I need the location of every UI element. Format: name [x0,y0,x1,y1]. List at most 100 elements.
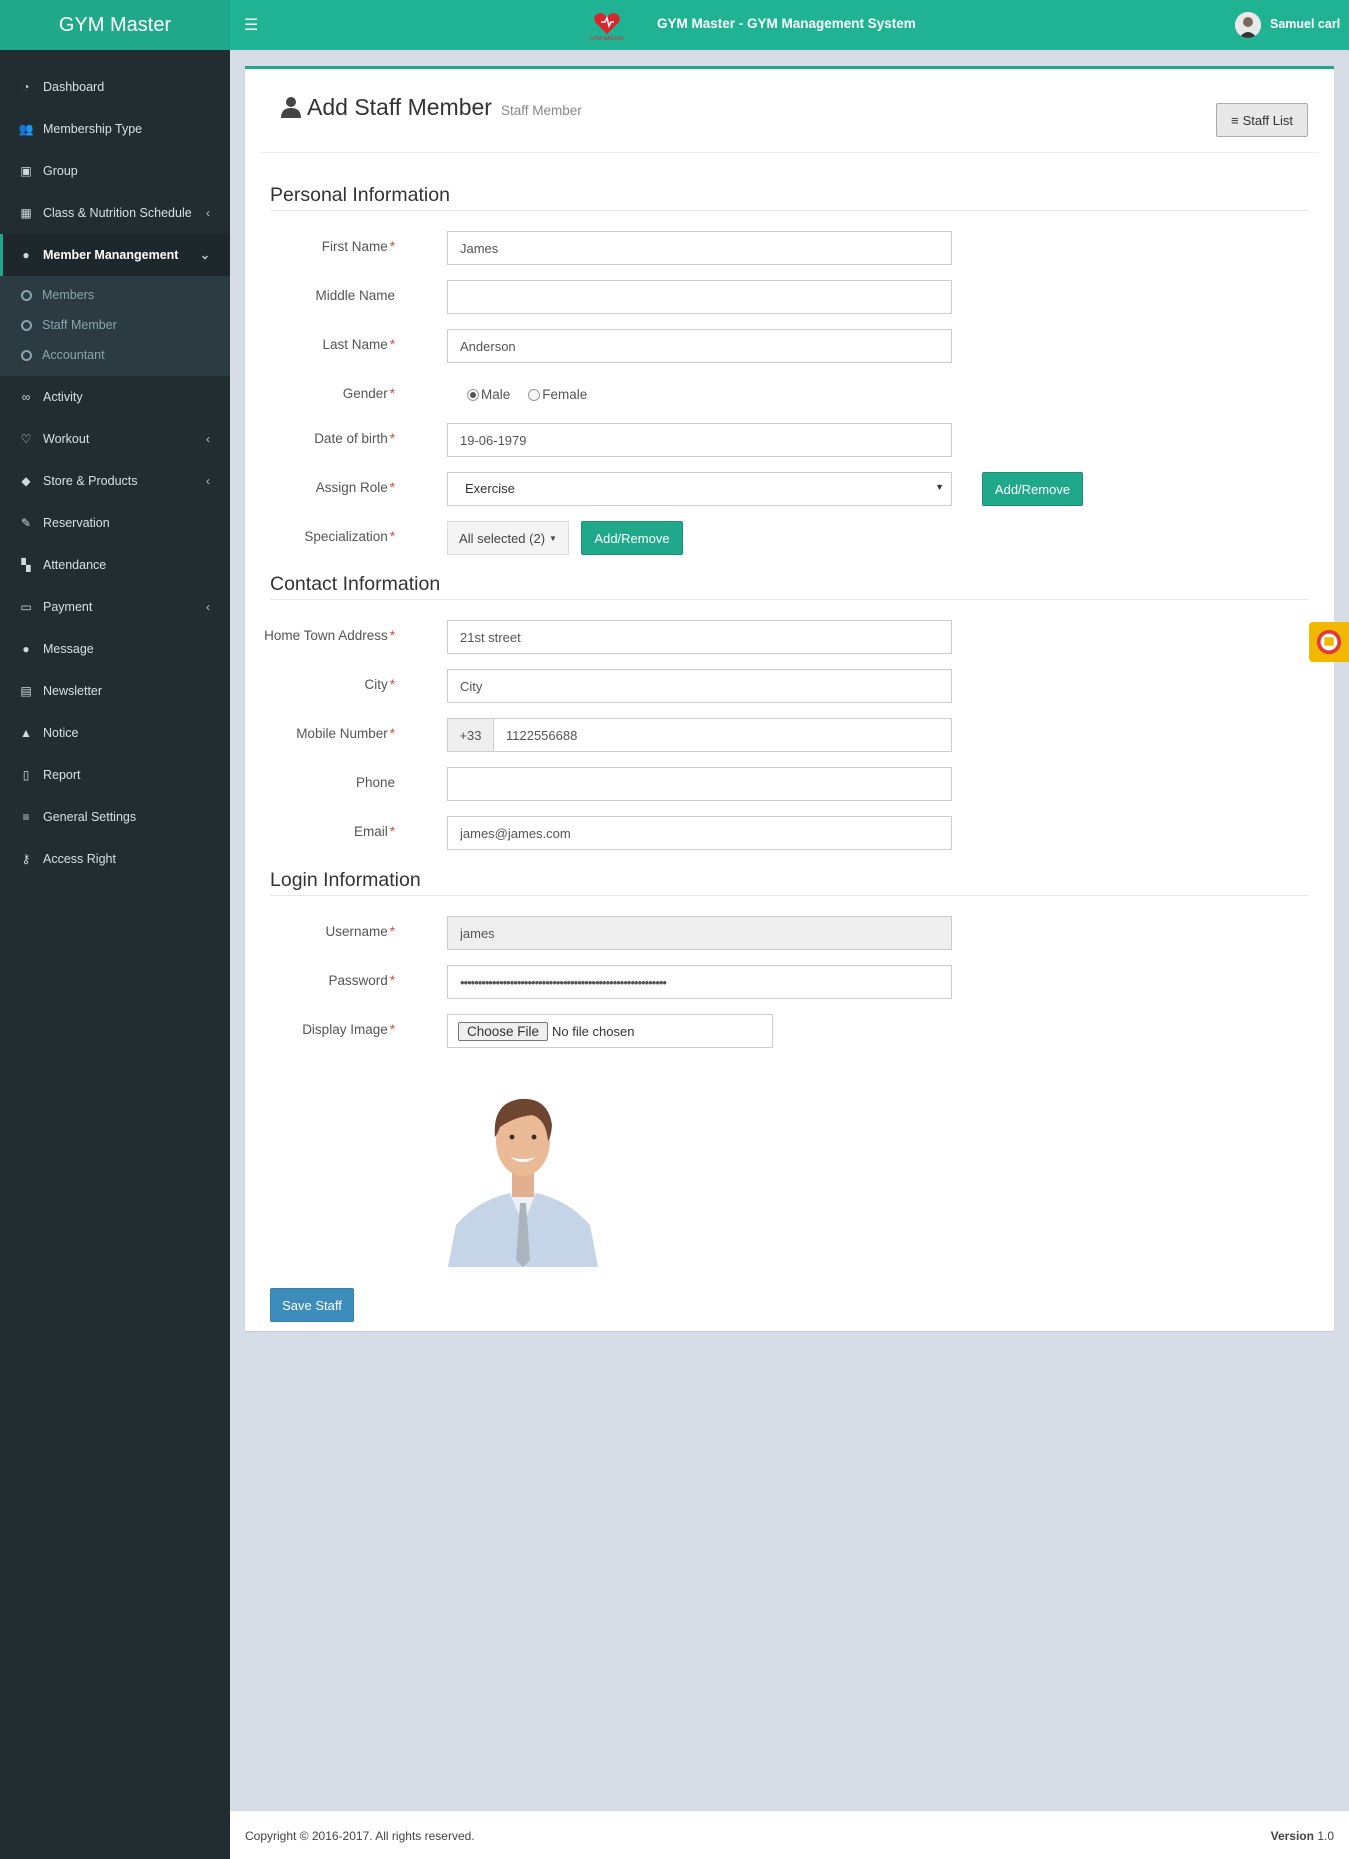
system-title: GYM Master - GYM Management System [657,16,916,31]
display-image-label: Display Image * [302,1022,395,1037]
last-name-row: Last Name * [245,329,1334,363]
footer: Copyright © 2016-2017. All rights reserv… [230,1810,1349,1859]
app-logo[interactable]: GYM Master [0,0,230,50]
chevron-left-icon: ‹ [206,474,210,488]
hamburger-icon[interactable]: ☰ [244,15,258,35]
address-input[interactable] [447,620,952,654]
top-navbar: ☰ GYM MASTER GYM Master - GYM Management… [230,0,1349,50]
password-label: Password * [328,973,395,988]
submenu-item-staff-member[interactable]: Staff Member [0,310,230,340]
last-name-label: Last Name * [322,337,395,352]
first-name-input[interactable] [447,231,952,265]
sidebar-item-dashboard[interactable]: ◔ Dashboard [0,66,230,108]
sidebar-item-label: Store & Products [43,474,138,488]
sidebar-item-access-right[interactable]: ⚷ Access Right [0,838,230,880]
sidebar-item-label: General Settings [43,810,137,824]
content-box: Add Staff Member Staff Member ≡ Staff Li… [245,66,1334,1331]
ticket-icon: ✎ [20,516,32,530]
staff-list-button[interactable]: ≡ Staff List [1216,103,1308,137]
submenu-item-label: Staff Member [42,318,117,332]
last-name-input[interactable] [447,329,952,363]
sidebar-item-label: Message [43,642,94,656]
sidebar-item-payment[interactable]: ▭ Payment ‹ [0,586,230,628]
bell-icon: ▲ [20,726,32,740]
save-staff-button[interactable]: Save Staff [270,1288,354,1322]
sidebar-item-reservation[interactable]: ✎ Reservation [0,502,230,544]
chevron-down-icon: ⌄ [199,248,210,262]
user-avatar[interactable] [1235,12,1261,38]
sidebar-item-group[interactable]: ▣ Group [0,150,230,192]
sidebar-item-label: Member Manangement [43,248,179,262]
sidebar-item-general-settings[interactable]: ≡ General Settings [0,796,230,838]
dob-input[interactable] [447,423,952,457]
page-subtitle: Staff Member [500,103,582,118]
phone-input[interactable] [447,767,952,801]
sidebar-item-label: Group [43,164,78,178]
first-name-label: First Name * [321,239,395,254]
sidebar-item-report[interactable]: ▯ Report [0,754,230,796]
username-input [447,916,952,950]
middle-name-label: Middle Name [315,288,395,303]
newsletter-icon: ▤ [20,684,32,698]
chevron-left-icon: ‹ [206,206,210,220]
specialization-add-remove-button[interactable]: Add/Remove [581,521,683,555]
specialization-row: Specialization * All selected (2) ▼ Add/R… [245,521,1334,555]
sliders-icon: ≡ [22,810,30,824]
sidebar-item-member-manangement[interactable]: ● Member Manangement ⌄ [0,234,230,276]
sidebar-item-attendance[interactable]: ▚ Attendance [0,544,230,586]
dropdown-arrow-icon: ▼ [935,482,944,492]
help-widget-icon[interactable] [1309,622,1349,662]
sidebar-item-label: Workout [43,432,90,446]
attendance-icon: ▚ [21,558,31,572]
choose-file-button[interactable]: Choose File [458,1021,549,1041]
city-input[interactable] [447,669,952,703]
display-image-file-input[interactable]: Choose File No file chosen [447,1014,773,1048]
submenu-item-label: Members [42,288,95,302]
password-input[interactable] [447,965,952,999]
sidebar-item-store-products[interactable]: ◆ Store & Products ‹ [0,460,230,502]
sidebar-item-label: Membership Type [43,122,143,136]
svg-text:GYM MASTER: GYM MASTER [590,36,624,42]
role-add-remove-button[interactable]: Add/Remove [982,472,1083,506]
email-row: Email * [245,816,1334,850]
sidebar-item-newsletter[interactable]: ▤ Newsletter [0,670,230,712]
role-label: Assign Role * [315,480,395,495]
sidebar-item-message[interactable]: ● Message [0,628,230,670]
gender-row: Gender * Male Female [245,378,1334,412]
user-name[interactable]: Samuel carl [1270,17,1340,31]
middle-name-input[interactable] [447,280,952,314]
sidebar-item-activity[interactable]: ∞ Activity [0,376,230,418]
submenu-item-accountant[interactable]: Accountant [0,340,230,370]
specialization-label: Specialization * [304,529,395,544]
key-icon: ⚷ [21,852,31,866]
address-row: Home Town Address * [245,620,1334,654]
role-select[interactable]: Exercise ▼ [447,472,952,506]
role-row: Assign Role * Exercise ▼ Add/Remove [245,472,1334,506]
gender-female-radio[interactable] [528,388,541,401]
sidebar-item-workout[interactable]: ♡ Workout ‹ [0,418,230,460]
page-title: Add Staff Member Staff Member [280,93,582,121]
chevron-left-icon: ‹ [206,432,210,446]
display-image-row: Display Image * Choose File No file chose… [245,1014,1334,1048]
tags-icon: ◆ [21,474,31,488]
box-header: Add Staff Member Staff Member ≡ Staff Li… [260,69,1319,153]
sidebar-item-class-nutrition-schedule[interactable]: ▦ Class & Nutrition Schedule ‹ [0,192,230,234]
member-management-submenu: Members Staff Member Accountant [0,276,230,376]
report-icon: ▯ [22,768,30,782]
mobile-row: Mobile Number * +33 [245,718,1334,752]
mobile-label: Mobile Number * [296,726,395,741]
sidebar-item-notice[interactable]: ▲ Notice [0,712,230,754]
email-label: Email * [353,824,395,839]
sidebar-item-label: Newsletter [43,684,103,698]
staff-list-label: Staff List [1242,112,1293,128]
role-select-value: Exercise [465,481,515,496]
version-text: Version 1.0 [1270,1829,1334,1843]
mobile-input[interactable] [493,718,952,752]
sidebar-item-membership-type[interactable]: 👥 Membership Type [0,108,230,150]
submenu-item-members[interactable]: Members [0,280,230,310]
sidebar-item-label: Report [43,768,81,782]
specialization-multiselect[interactable]: All selected (2) ▼ [447,521,569,555]
email-input[interactable] [447,816,952,850]
gender-male-radio[interactable] [467,388,479,401]
gender-female-label: Female [542,387,588,402]
